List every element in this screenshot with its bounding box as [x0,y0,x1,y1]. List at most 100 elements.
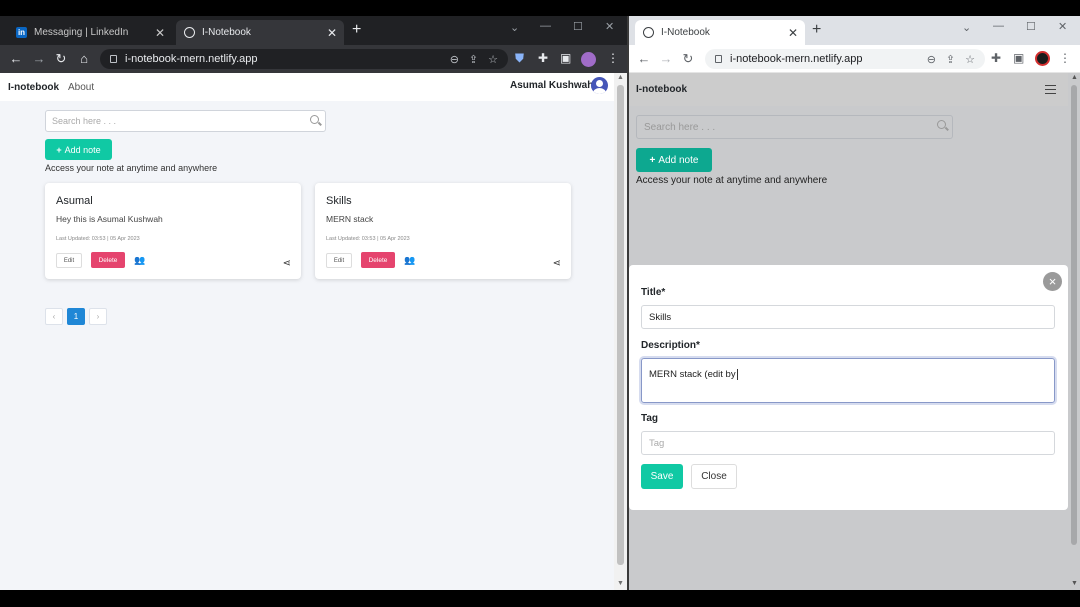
note-description: Hey this is Asumal Kushwah [56,214,163,224]
tag-input[interactable]: Tag [641,431,1055,455]
forward-icon[interactable]: → [658,51,674,67]
page-1-button[interactable]: 1 [67,308,85,325]
scroll-up-icon[interactable]: ▲ [617,74,624,81]
plus-icon: + [649,154,656,166]
zoom-icon[interactable]: ⊖ [927,53,936,66]
close-tab-icon[interactable]: ✕ [324,26,340,40]
side-panel-icon[interactable]: ▣ [560,51,571,65]
profile-avatar[interactable] [1035,51,1050,66]
lock-icon [715,55,722,63]
reload-icon[interactable]: ↻ [53,51,69,67]
tab-linkedin[interactable]: in Messaging | LinkedIn ✕ [8,20,172,45]
tab-inotebook[interactable]: I-Notebook ✕ [176,20,344,45]
maximize-icon[interactable]: ☐ [1026,20,1036,33]
edit-button[interactable]: Edit [326,253,352,268]
scroll-down-icon[interactable]: ▼ [617,580,624,587]
scrollbar[interactable]: ▲ ▼ [1068,73,1080,590]
description-label: Description* [641,340,700,351]
tab-search-icon[interactable]: ⌄ [962,21,971,34]
close-tab-icon[interactable]: ✕ [152,26,168,40]
home-icon[interactable]: ⌂ [76,51,92,67]
scroll-down-icon[interactable]: ▼ [1071,580,1078,587]
close-tab-icon[interactable]: ✕ [785,26,801,40]
share-icon[interactable]: ⋖ [283,258,291,269]
note-updated: Last Updated: 03:53 | 05 Apr 2023 [326,236,410,242]
tab-inotebook[interactable]: I-Notebook ✕ [635,20,805,45]
title-label: Title* [641,287,666,298]
screen-top-bar [0,0,1080,16]
close-button[interactable]: Close [691,464,737,489]
note-card: Asumal Hey this is Asumal Kushwah Last U… [45,183,301,279]
screen-bottom-bar [0,590,1080,607]
app-navbar: I-notebook About Asumal Kushwah, [0,73,614,101]
window-close-icon[interactable]: ✕ [1058,20,1067,33]
url-text: i-notebook-mern.netlify.app [730,53,863,65]
tab-strip: in Messaging | LinkedIn ✕ I-Notebook ✕ +… [0,16,627,45]
edit-button[interactable]: Edit [56,253,82,268]
minimize-icon[interactable]: — [993,20,1004,32]
extension-shield-icon[interactable]: ⛊ [515,51,524,66]
forward-icon[interactable]: → [31,51,47,67]
extensions-puzzle-icon[interactable]: ✚ [538,51,548,65]
pagination: ‹ 1 › [45,308,107,325]
users-icon[interactable]: 👥 [134,255,145,266]
search-input[interactable]: Search here . . . [45,110,326,132]
lock-icon [110,55,117,63]
scrollbar[interactable]: ▲ ▼ [614,73,627,590]
address-bar[interactable]: i-notebook-mern.netlify.app ⊖ ⇪ ☆ [100,49,508,69]
users-icon[interactable]: 👥 [404,255,415,266]
scroll-thumb[interactable] [617,85,624,565]
tab-search-icon[interactable]: ⌄ [510,21,519,34]
window-close-icon[interactable]: ✕ [605,20,614,33]
search-icon [937,120,946,129]
delete-button[interactable]: Delete [361,252,395,268]
zoom-icon[interactable]: ⊖ [450,53,459,66]
plus-icon: + [56,144,62,155]
new-tab-icon[interactable]: + [812,21,821,39]
save-button[interactable]: Save [641,464,683,489]
brand-logo[interactable]: I-notebook [8,82,59,93]
page-next-button[interactable]: › [89,308,107,325]
browser-toolbar: ← → ↻ i-notebook-mern.netlify.app ⊖ ⇪ ☆ … [629,45,1080,73]
add-note-button[interactable]: + Add note [45,139,112,160]
share-icon[interactable]: ⇪ [946,53,955,66]
user-avatar-icon[interactable] [591,77,608,94]
tab-label: I-Notebook [661,27,710,38]
delete-button[interactable]: Delete [91,252,125,268]
add-note-label: Add note [64,144,101,155]
address-bar[interactable]: i-notebook-mern.netlify.app ⊖ ⇪ ☆ [705,49,985,69]
nav-about-link[interactable]: About [68,82,94,93]
back-icon[interactable]: ← [8,51,24,67]
add-note-label: Add note [658,154,699,166]
user-name: Asumal Kushwah, [510,80,597,91]
new-tab-icon[interactable]: + [352,21,361,39]
minimize-icon[interactable]: — [540,20,551,32]
hamburger-menu-icon[interactable] [1045,85,1056,94]
reload-icon[interactable]: ↻ [680,51,696,67]
brand-logo[interactable]: I-notebook [636,84,687,95]
browser-menu-icon[interactable]: ⋮ [1059,51,1071,65]
tab-strip: I-Notebook ✕ + ⌄ — ☐ ✕ [629,16,1080,45]
note-title: Skills [326,195,352,207]
profile-avatar[interactable] [581,52,596,67]
bookmark-star-icon[interactable]: ☆ [965,53,975,66]
side-panel-icon[interactable]: ▣ [1013,51,1024,65]
close-modal-icon[interactable]: × [1043,272,1062,291]
search-input[interactable]: Search here . . . [636,115,953,139]
page-prev-button[interactable]: ‹ [45,308,63,325]
app-navbar: I-notebook [629,73,1068,106]
search-placeholder: Search here . . . [52,116,117,126]
scroll-up-icon[interactable]: ▲ [1071,74,1078,81]
scroll-thumb[interactable] [1071,85,1077,545]
back-icon[interactable]: ← [636,51,652,67]
extensions-puzzle-icon[interactable]: ✚ [991,51,1001,65]
share-icon[interactable]: ⇪ [469,53,478,66]
share-icon[interactable]: ⋖ [553,258,561,269]
title-input[interactable]: Skills [641,305,1055,329]
bookmark-star-icon[interactable]: ☆ [488,53,498,66]
maximize-icon[interactable]: ☐ [573,20,583,33]
tag-label: Tag [641,413,659,424]
description-textarea[interactable]: MERN stack (edit by [641,358,1055,403]
browser-menu-icon[interactable]: ⋮ [607,51,619,65]
add-note-button[interactable]: + Add note [636,148,712,172]
